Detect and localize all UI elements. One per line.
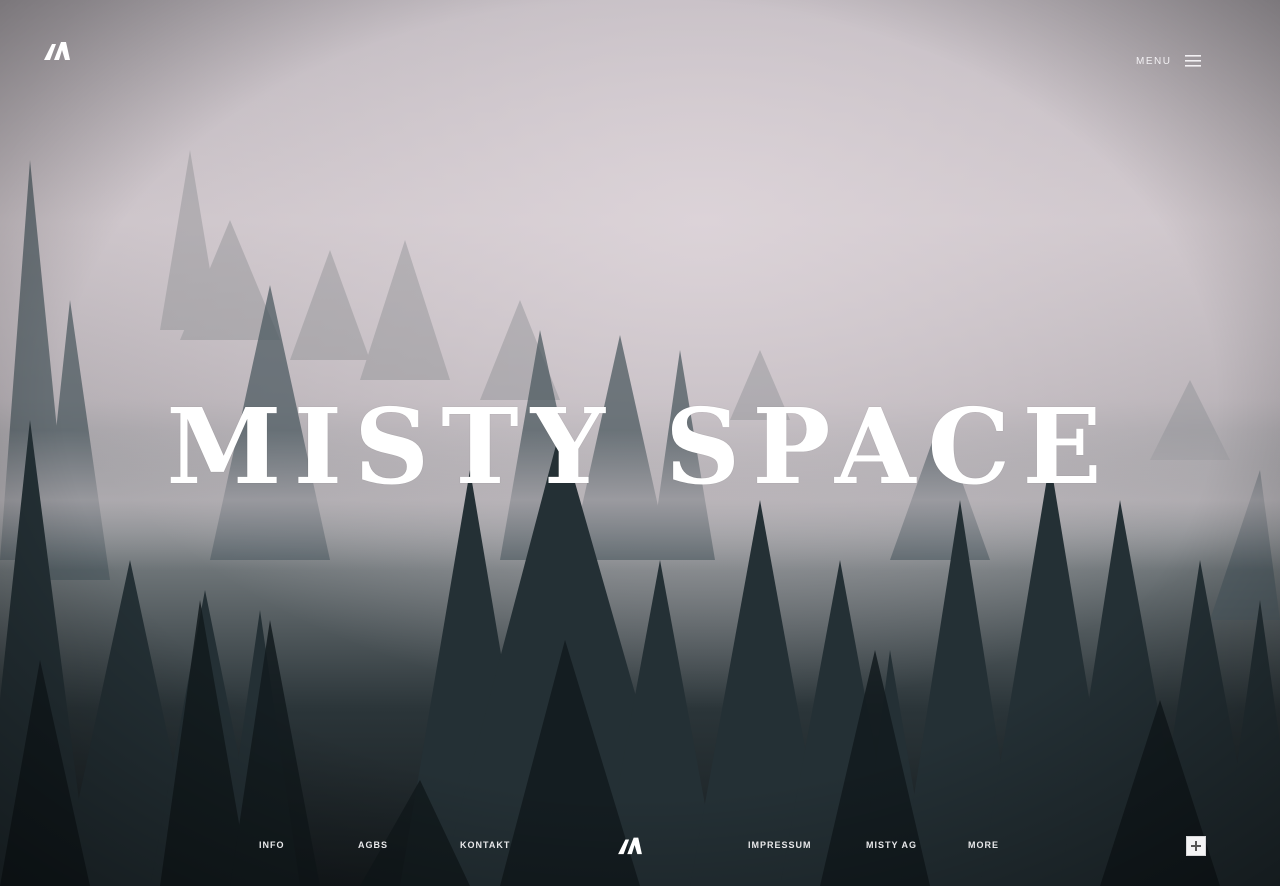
footer-link-info[interactable]: INFO [259,840,285,850]
plus-square-icon[interactable] [1186,836,1206,856]
footer-link-impressum[interactable]: IMPRESSUM [748,840,812,850]
menu-button[interactable]: MENU [1136,54,1203,68]
footer-nav: INFO AGBS KONTAKT IMPRESSUM MISTY AG MOR… [0,830,1280,870]
menu-label: MENU [1136,55,1172,67]
hero-title: MISTY SPACE [166,385,1114,508]
footer-link-kontakt[interactable]: KONTAKT [460,840,510,850]
footer-link-more[interactable]: MORE [968,840,999,850]
footer-link-agbs[interactable]: AGBS [358,840,388,850]
brand-logo-icon[interactable] [616,834,644,856]
footer-link-misty-ag[interactable]: MISTY AG [866,840,917,850]
brand-logo-icon[interactable] [42,38,72,62]
menu-icon [1185,54,1203,68]
